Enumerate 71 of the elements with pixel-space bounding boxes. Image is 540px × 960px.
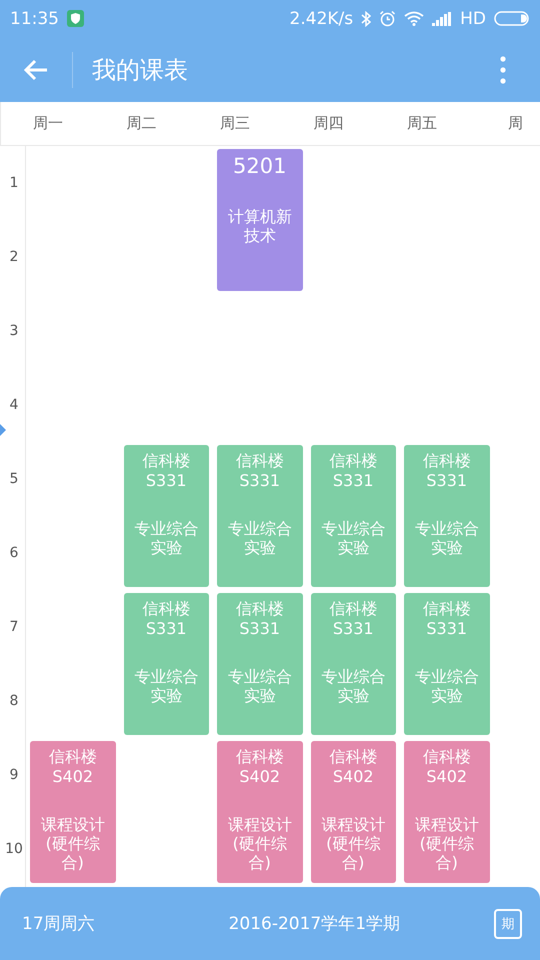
course-name: 专业综合实验 xyxy=(320,519,386,557)
period-number: 7 xyxy=(10,619,18,635)
weekday-header: 周一 xyxy=(32,113,64,134)
course-card[interactable]: 信科楼 S331 专业综合实验 xyxy=(217,593,302,735)
term-label: 2016-2017学年1学期 xyxy=(228,913,402,935)
course-location: 信科楼 S331 xyxy=(142,451,190,491)
course-location: 信科楼 S402 xyxy=(48,747,97,787)
period-number: 2 xyxy=(10,249,18,265)
time-marker-icon xyxy=(0,424,6,436)
course-card[interactable]: 5201 计算机新技术 xyxy=(217,149,302,291)
course-name: 专业综合实验 xyxy=(320,667,386,705)
status-time: 11:35 xyxy=(10,8,59,28)
period-number: 5 xyxy=(10,471,18,487)
course-name: 专业综合实验 xyxy=(414,519,480,557)
course-location: 信科楼 S331 xyxy=(329,599,378,639)
period-number: 10 xyxy=(5,841,23,857)
course-card[interactable]: 信科楼 S331 专业综合实验 xyxy=(404,445,490,587)
course-name: 课程设计(硬件综合) xyxy=(320,815,386,872)
course-card[interactable]: 信科楼 S331 专业综合实验 xyxy=(217,445,302,587)
course-location: 信科楼 S402 xyxy=(329,747,378,787)
more-icon xyxy=(500,56,506,84)
course-name: 专业综合实验 xyxy=(133,667,200,705)
period-number: 6 xyxy=(10,545,18,561)
term-button[interactable]: 期 xyxy=(494,908,522,938)
course-name: 课程设计(硬件综合) xyxy=(414,815,480,872)
bluetooth-icon xyxy=(361,10,372,26)
course-card[interactable]: 信科楼 S402 课程设计(硬件综合) xyxy=(404,741,490,883)
wifi-icon xyxy=(404,11,424,26)
course-card[interactable]: 信科楼 S331 专业综合实验 xyxy=(124,593,209,735)
period-number: 3 xyxy=(10,323,18,339)
course-location: 信科楼 S331 xyxy=(422,451,471,491)
course-card[interactable]: 信科楼 S402 课程设计(硬件综合) xyxy=(30,741,116,883)
back-arrow-icon xyxy=(23,58,49,80)
weekday-header: 周五 xyxy=(406,113,438,134)
period-number: 9 xyxy=(10,767,18,783)
course-location: 信科楼 S331 xyxy=(236,451,284,491)
course-name: 课程设计(硬件综合) xyxy=(40,815,106,872)
battery-icon xyxy=(494,11,530,26)
course-card[interactable]: 信科楼 S331 专业综合实验 xyxy=(310,593,396,735)
course-name: 计算机新技术 xyxy=(226,207,293,245)
weekday-header: 周四 xyxy=(312,113,344,134)
course-name: 专业综合实验 xyxy=(133,519,200,557)
course-location: 信科楼 S402 xyxy=(236,747,284,787)
course-name: 专业综合实验 xyxy=(414,667,480,705)
page-title: 我的课表 xyxy=(92,54,189,86)
course-card[interactable]: 信科楼 S402 课程设计(硬件综合) xyxy=(217,741,302,883)
period-number: 1 xyxy=(10,175,18,191)
weekday-header: 周 xyxy=(506,113,524,134)
period-number: 8 xyxy=(10,693,18,709)
shield-icon xyxy=(67,10,84,27)
period-number: 4 xyxy=(10,397,18,413)
course-name: 专业综合实验 xyxy=(226,667,293,705)
course-location: 信科楼 S331 xyxy=(142,599,190,639)
course-name: 专业综合实验 xyxy=(226,519,293,557)
course-location: 信科楼 S331 xyxy=(422,599,471,639)
weekday-header: 周二 xyxy=(125,113,158,134)
course-location: 信科楼 S402 xyxy=(422,747,471,787)
course-location: 信科楼 S331 xyxy=(329,451,378,491)
course-card[interactable]: 信科楼 S331 专业综合实验 xyxy=(124,445,209,587)
course-name: 课程设计(硬件综合) xyxy=(226,815,293,872)
network-speed: 2.42K/s xyxy=(290,8,354,28)
course-location: 5201 xyxy=(233,155,286,177)
course-card[interactable]: 信科楼 S331 专业综合实验 xyxy=(310,445,396,587)
course-card[interactable]: 信科楼 S331 专业综合实验 xyxy=(404,593,490,735)
network-type: HD xyxy=(460,8,486,28)
weekday-header: 周三 xyxy=(218,113,251,134)
alarm-icon xyxy=(379,10,396,27)
signal-icon xyxy=(432,12,452,26)
course-location: 信科楼 S331 xyxy=(236,599,284,639)
course-card[interactable]: 信科楼 S402 课程设计(硬件综合) xyxy=(310,741,396,883)
current-week: 17周周六 xyxy=(22,913,95,935)
